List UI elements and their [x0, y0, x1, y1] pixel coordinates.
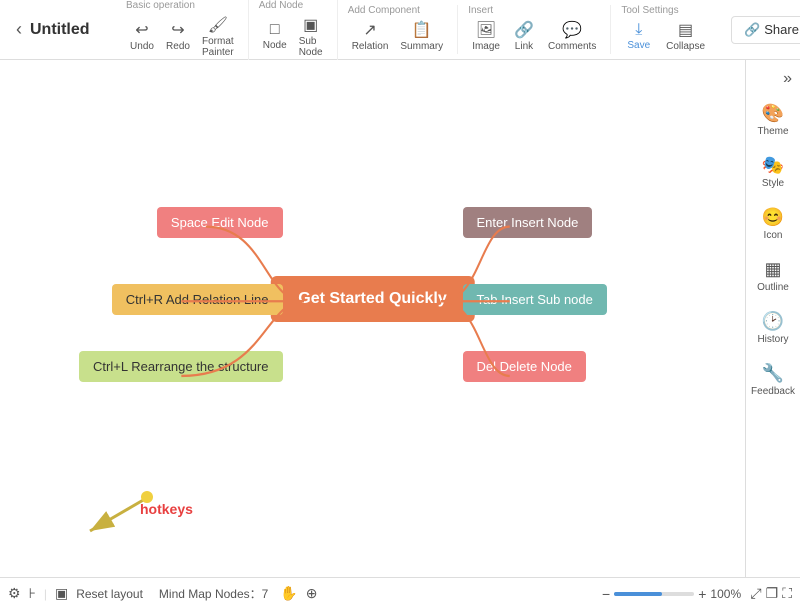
theme-icon: 🎨 — [762, 103, 784, 124]
right-node-tab[interactable]: Tab Insert Sub node — [463, 284, 607, 315]
zoom-slider[interactable] — [614, 592, 694, 596]
back-button[interactable]: ‹ — [8, 15, 30, 44]
format-painter-icon: 🖌 — [208, 15, 228, 35]
icon-icon: 😊 — [762, 207, 784, 228]
image-button[interactable]: 🖼 Image — [468, 18, 504, 54]
redo-button[interactable]: ↪ Redo — [162, 18, 194, 54]
insert-group: Insert 🖼 Image 🔗 Link 💬 Comments — [468, 5, 611, 54]
zoom-slider-fill — [614, 592, 662, 596]
left-node-ctrl-l[interactable]: Ctrl+L Rearrange the structure — [79, 351, 282, 382]
save-button[interactable]: ⤓ Save — [621, 19, 656, 53]
mindmap: Get Started Quickly Space Edit Node Ctrl… — [73, 179, 673, 419]
grid-icon[interactable]: ⊦ — [29, 585, 36, 602]
collapse-button[interactable]: ▤ Collapse — [660, 18, 711, 54]
share-button[interactable]: 🔗 Share — [731, 16, 800, 44]
reset-layout-label[interactable]: Reset layout — [76, 587, 143, 601]
basic-operation-group: Basic operation ↩ Undo ↪ Redo 🖌 Format P… — [126, 0, 249, 60]
undo-icon: ↩ — [135, 20, 148, 40]
sub-node-button[interactable]: ▣ Sub Node — [295, 13, 327, 60]
undo-button[interactable]: ↩ Undo — [126, 18, 158, 54]
sub-node-icon: ▣ — [303, 15, 318, 35]
node-icon: □ — [270, 21, 280, 39]
insert-label: Insert — [468, 5, 493, 16]
bottombar: ⚙ ⊦ | ▣ Reset layout Mind Map Nodes：7 ✋ … — [0, 577, 800, 609]
format-painter-button[interactable]: 🖌 Format Painter — [198, 13, 238, 60]
sidebar-item-outline[interactable]: ▦ Outline — [746, 251, 800, 301]
sidebar-item-feedback[interactable]: 🔧 Feedback — [746, 355, 800, 405]
left-node-space[interactable]: Space Edit Node — [157, 207, 283, 238]
tool-settings-group: Tool Settings ⤓ Save ▤ Collapse — [621, 5, 721, 54]
right-node-enter[interactable]: Enter Insert Node — [463, 207, 593, 238]
topbar: ‹ Untitled Basic operation ↩ Undo ↪ Redo… — [0, 0, 800, 60]
add-node-group: Add Node □ Node ▣ Sub Node — [259, 0, 338, 60]
history-icon: 🕑 — [762, 311, 784, 332]
comments-button[interactable]: 💬 Comments — [544, 18, 600, 54]
zoom-in-button[interactable]: + — [698, 586, 706, 602]
image-icon: 🖼 — [476, 20, 496, 40]
expand-icon[interactable]: ⛶ — [782, 585, 792, 602]
summary-button[interactable]: 📋 Summary — [396, 18, 447, 54]
separator-1: | — [44, 587, 47, 601]
canvas[interactable]: Get Started Quickly Space Edit Node Ctrl… — [0, 60, 745, 577]
fit-screen-icon[interactable]: ⤢ — [750, 585, 761, 602]
relation-icon: ↗ — [363, 20, 376, 40]
pointer-icon[interactable]: ⊕ — [306, 585, 318, 602]
feedback-icon: 🔧 — [762, 363, 784, 384]
link-icon: 🔗 — [514, 20, 534, 40]
fullscreen-icon[interactable]: ❐ — [766, 585, 779, 602]
nodes-count-label: Mind Map Nodes：7 — [159, 585, 268, 602]
sidebar-item-style[interactable]: 🎭 Style — [746, 147, 800, 197]
save-icon: ⤓ — [635, 21, 642, 39]
collapse-icon: ▤ — [678, 20, 693, 40]
hand-icon[interactable]: ✋ — [280, 585, 297, 602]
outline-icon: ▦ — [764, 259, 781, 280]
zoom-level-label: 100% — [710, 587, 746, 601]
add-component-label: Add Component — [348, 5, 420, 16]
comments-icon: 💬 — [562, 20, 582, 40]
add-component-group: Add Component ↗ Relation 📋 Summary — [348, 5, 459, 54]
summary-icon: 📋 — [412, 20, 432, 40]
hotkeys-arrow-svg — [75, 489, 155, 539]
chevron-right-icon: » — [783, 70, 792, 88]
node-button[interactable]: □ Node — [259, 19, 291, 53]
share-icon: 🔗 — [744, 22, 760, 38]
left-node-ctrl-r[interactable]: Ctrl+R Add Relation Line — [112, 284, 283, 315]
link-button[interactable]: 🔗 Link — [508, 18, 540, 54]
toolbar-right: 🔗 Share ⬆ Export — [731, 16, 800, 44]
right-node-del[interactable]: Del Delete Node — [463, 351, 586, 382]
add-node-label: Add Node — [259, 0, 303, 11]
relation-button[interactable]: ↗ Relation — [348, 18, 393, 54]
basic-operation-label: Basic operation — [126, 0, 195, 11]
main-area: Get Started Quickly Space Edit Node Ctrl… — [0, 60, 800, 577]
right-sidebar: » 🎨 Theme 🎭 Style 😊 Icon ▦ Outline 🕑 His… — [745, 60, 800, 577]
app-title: Untitled — [30, 21, 110, 39]
sidebar-item-history[interactable]: 🕑 History — [746, 303, 800, 353]
reset-layout-icon[interactable]: ▣ — [55, 585, 68, 602]
settings-icon[interactable]: ⚙ — [8, 585, 21, 602]
redo-icon: ↪ — [171, 20, 184, 40]
tool-settings-label: Tool Settings — [621, 5, 678, 16]
style-icon: 🎭 — [762, 155, 784, 176]
sidebar-collapse-button[interactable]: » — [746, 64, 800, 94]
sidebar-item-icon[interactable]: 😊 Icon — [746, 199, 800, 249]
zoom-bar: − + 100% ⤢ ❐ ⛶ — [602, 585, 792, 602]
central-node[interactable]: Get Started Quickly — [270, 276, 475, 322]
zoom-out-button[interactable]: − — [602, 586, 610, 602]
sidebar-item-theme[interactable]: 🎨 Theme — [746, 95, 800, 145]
